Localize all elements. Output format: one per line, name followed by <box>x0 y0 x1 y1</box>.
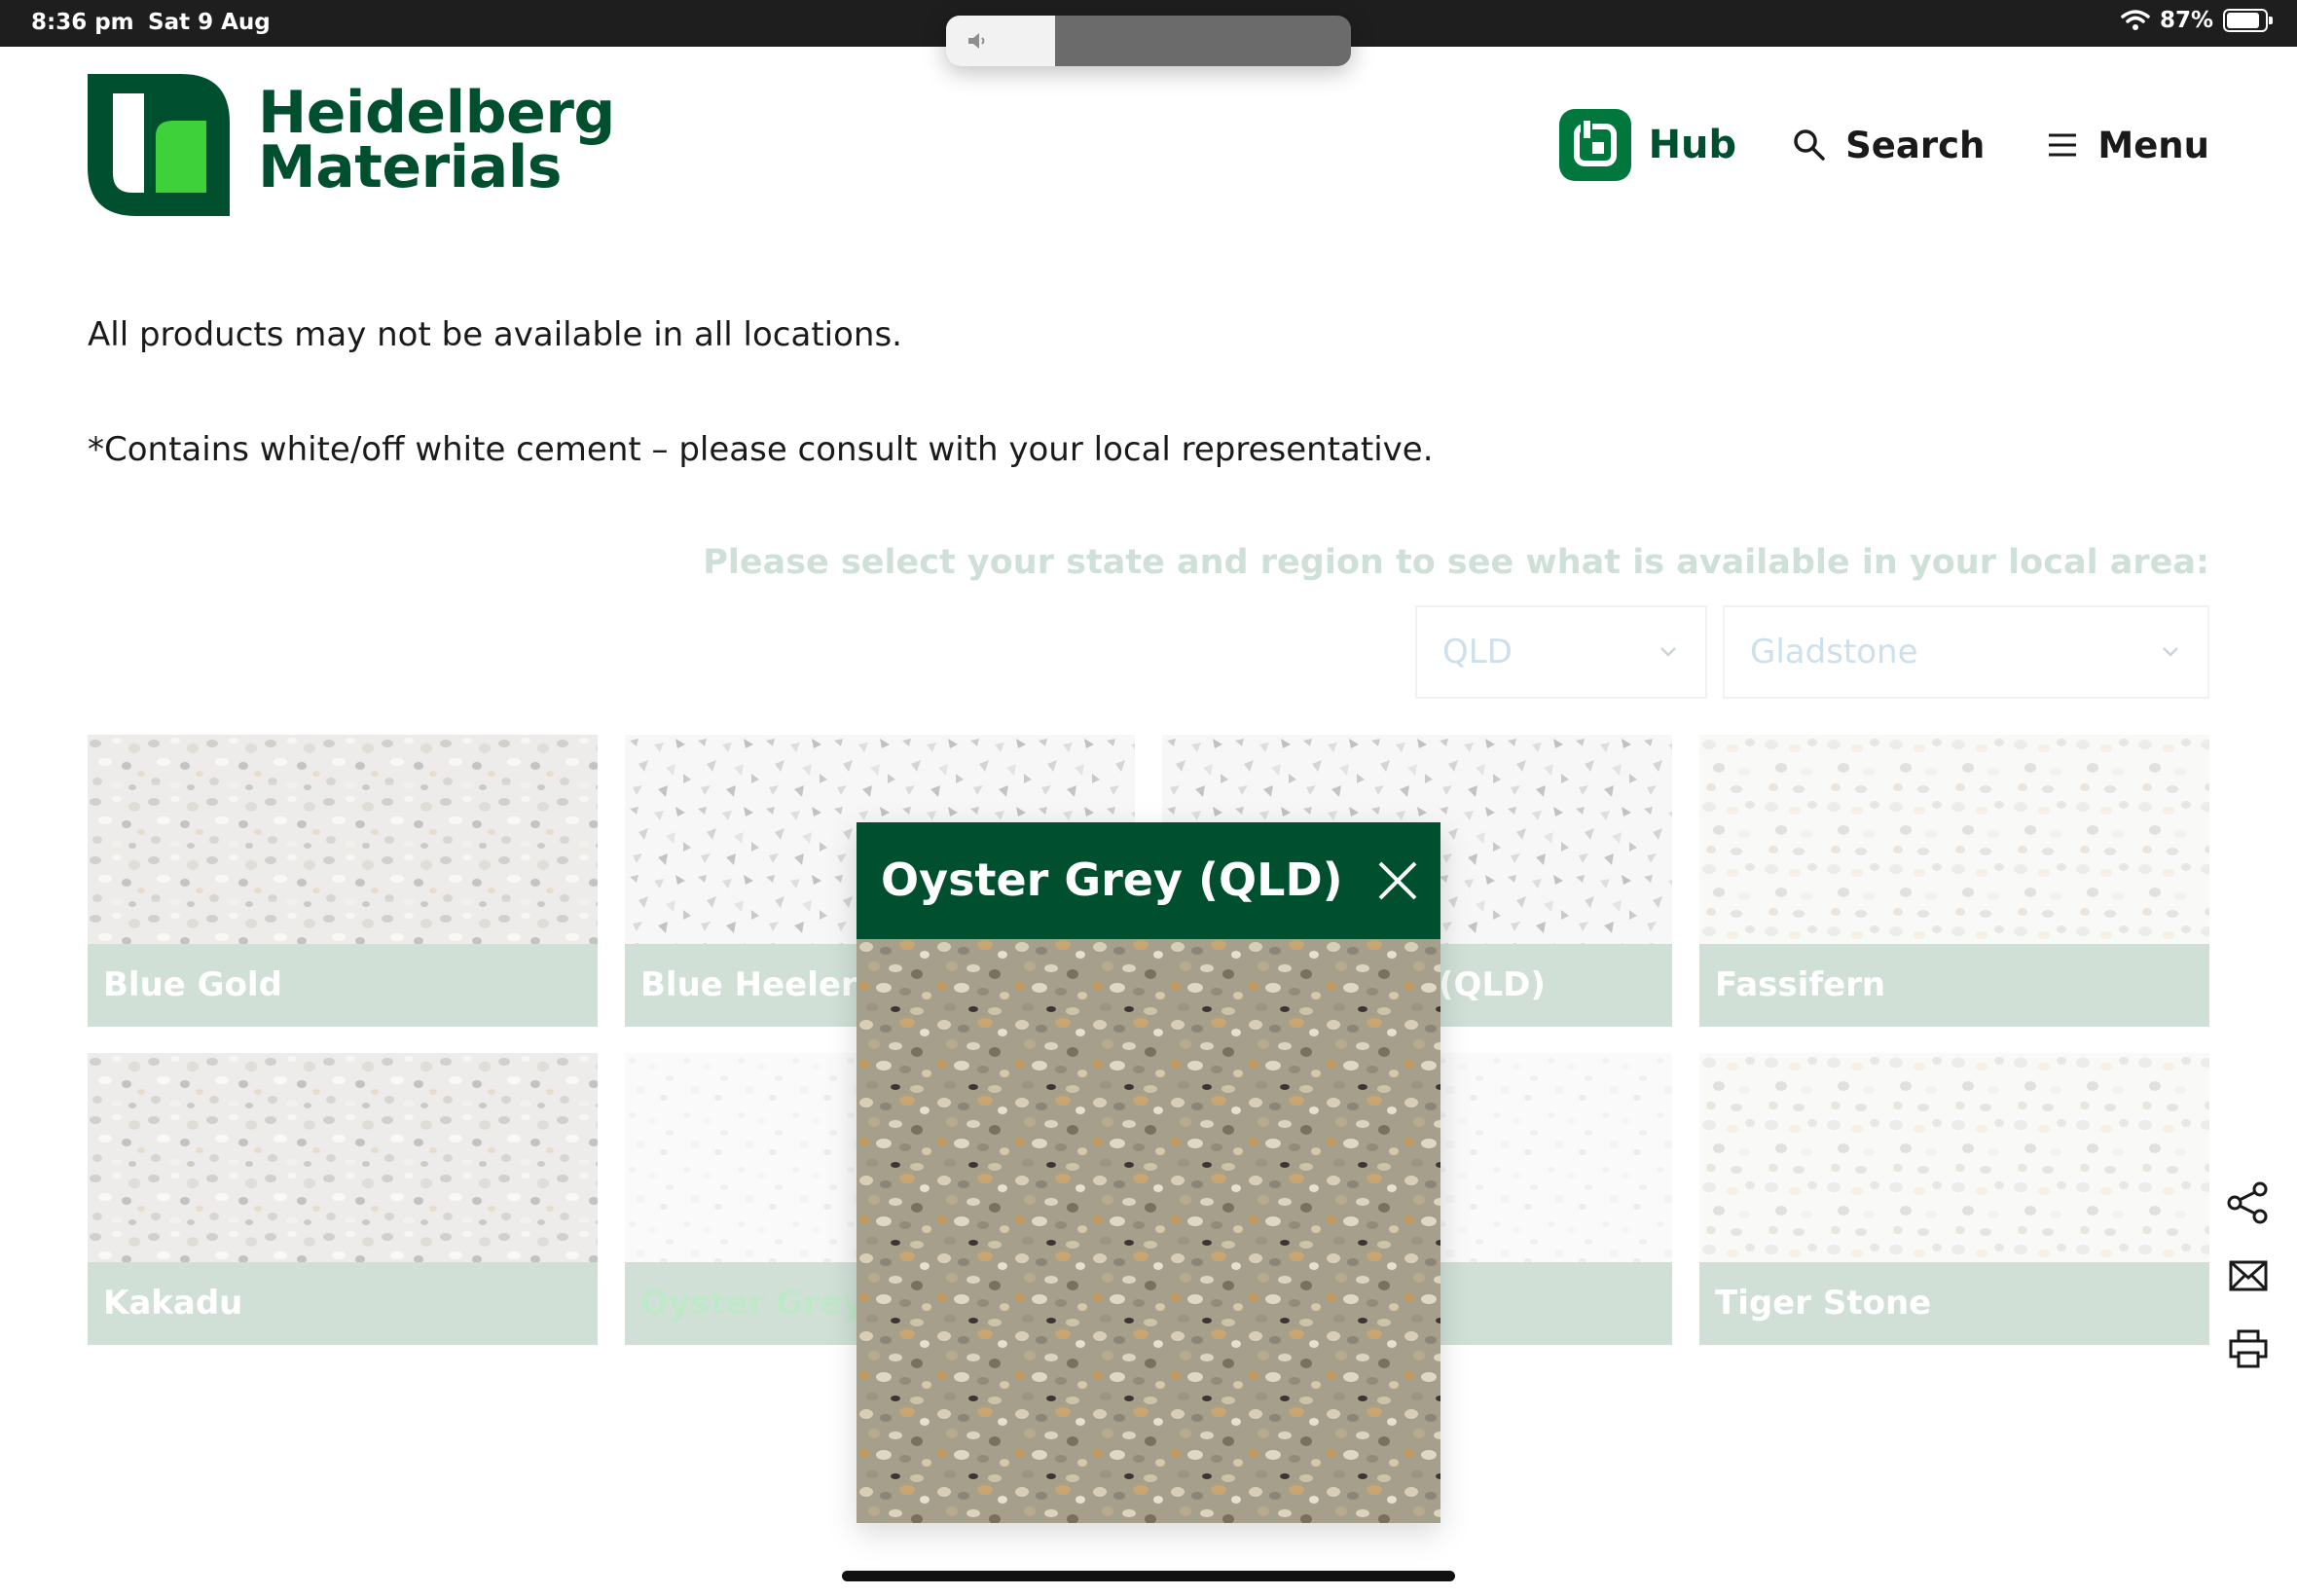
wifi-icon <box>2121 10 2150 30</box>
print-icon[interactable] <box>2225 1325 2272 1372</box>
region-select-value: Gladstone <box>1750 633 1918 671</box>
nav-search-label: Search <box>1845 124 1986 166</box>
chevron-down-icon <box>1660 647 1676 657</box>
product-card-tiger-stone[interactable]: Tiger Stone <box>1699 1053 2209 1345</box>
heidelberg-logo-icon[interactable] <box>88 74 230 216</box>
brand-line-1: Heidelberg <box>258 79 615 147</box>
hub-icon <box>1558 109 1631 181</box>
cement-note: *Contains white/off white cement – pleas… <box>88 430 1434 469</box>
state-select[interactable]: QLD <box>1415 605 1707 699</box>
search-icon <box>1794 129 1825 161</box>
battery-icon <box>2223 9 2273 32</box>
product-card-blue-gold[interactable]: Blue Gold <box>88 735 598 1027</box>
nav-menu-label: Menu <box>2097 124 2209 166</box>
side-toolbar <box>2225 1179 2272 1398</box>
nav-hub-link[interactable]: Hub <box>1558 109 1737 181</box>
product-label: Kakadu <box>88 1262 598 1345</box>
status-date: Sat 9 Aug <box>148 10 271 35</box>
battery-percent: 87% <box>2159 8 2213 33</box>
volume-indicator <box>946 16 1351 66</box>
home-indicator[interactable] <box>842 1571 1455 1581</box>
hamburger-menu-icon <box>2049 133 2077 157</box>
nav-menu-button[interactable]: Menu <box>2047 125 2209 166</box>
speaker-icon <box>968 33 985 49</box>
product-label: Tiger Stone <box>1699 1262 2209 1345</box>
nav-hub-label: Hub <box>1648 123 1737 167</box>
product-card-kakadu[interactable]: Kakadu <box>88 1053 598 1345</box>
chevron-down-icon <box>2163 647 2178 657</box>
modal-header: Oyster Grey (QLD) <box>857 822 1440 939</box>
status-indicators: 87% <box>2121 8 2273 33</box>
availability-note: All products may not be available in all… <box>88 315 902 354</box>
nav-search-button[interactable]: Search <box>1793 125 1985 166</box>
filter-prompt: Please select your state and region to s… <box>703 543 2209 582</box>
product-preview-modal: Oyster Grey (QLD) <box>857 822 1440 1523</box>
product-label: Fassifern <box>1699 944 2209 1027</box>
main-nav: Hub Search Menu <box>1558 109 2209 181</box>
email-icon[interactable] <box>2225 1252 2272 1299</box>
status-time: 8:36 pm <box>31 10 134 35</box>
product-swatch-large <box>857 939 1440 1523</box>
state-select-value: QLD <box>1442 633 1513 671</box>
product-card-fassifern[interactable]: Fassifern <box>1699 735 2209 1027</box>
region-select[interactable]: Gladstone <box>1723 605 2209 699</box>
product-label: Blue Gold <box>88 944 598 1027</box>
modal-title: Oyster Grey (QLD) <box>881 853 1343 906</box>
share-icon[interactable] <box>2225 1179 2272 1226</box>
close-icon[interactable] <box>1374 857 1421 904</box>
brand-line-2: Materials <box>258 133 562 201</box>
brand-wordmark[interactable]: Heidelberg Materials <box>258 79 615 201</box>
